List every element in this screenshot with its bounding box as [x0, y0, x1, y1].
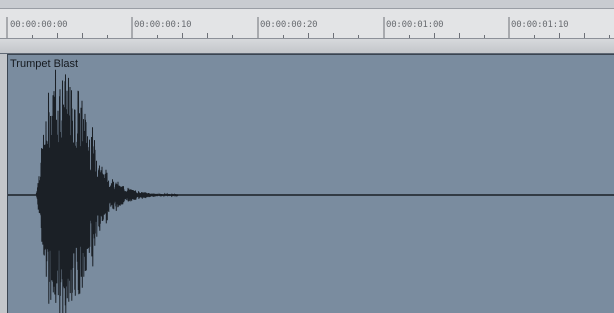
ruler-label-0: 00:00:00:00: [10, 20, 68, 30]
track-header-strip: [0, 39, 614, 54]
ruler-label-3: 00:00:01:00: [386, 20, 444, 30]
ruler-label-4: 00:00:01:10: [511, 20, 569, 30]
clip-title: Trumpet Blast: [10, 58, 79, 70]
waveform-signal: [8, 69, 179, 313]
audio-clip[interactable]: Trumpet Blast: [7, 54, 614, 313]
audio-waveform: [8, 69, 614, 313]
track-left-margin: [0, 54, 7, 313]
ruler-label-1: 00:00:00:10: [134, 20, 192, 30]
timecode-ruler[interactable]: 00:00:00:00 00:00:00:10 00:00:00:20 00:0…: [0, 8, 614, 39]
timeline-editor: 00:00:00:00 00:00:00:10 00:00:00:20 00:0…: [0, 0, 614, 313]
ruler-label-2: 00:00:00:20: [260, 20, 318, 30]
